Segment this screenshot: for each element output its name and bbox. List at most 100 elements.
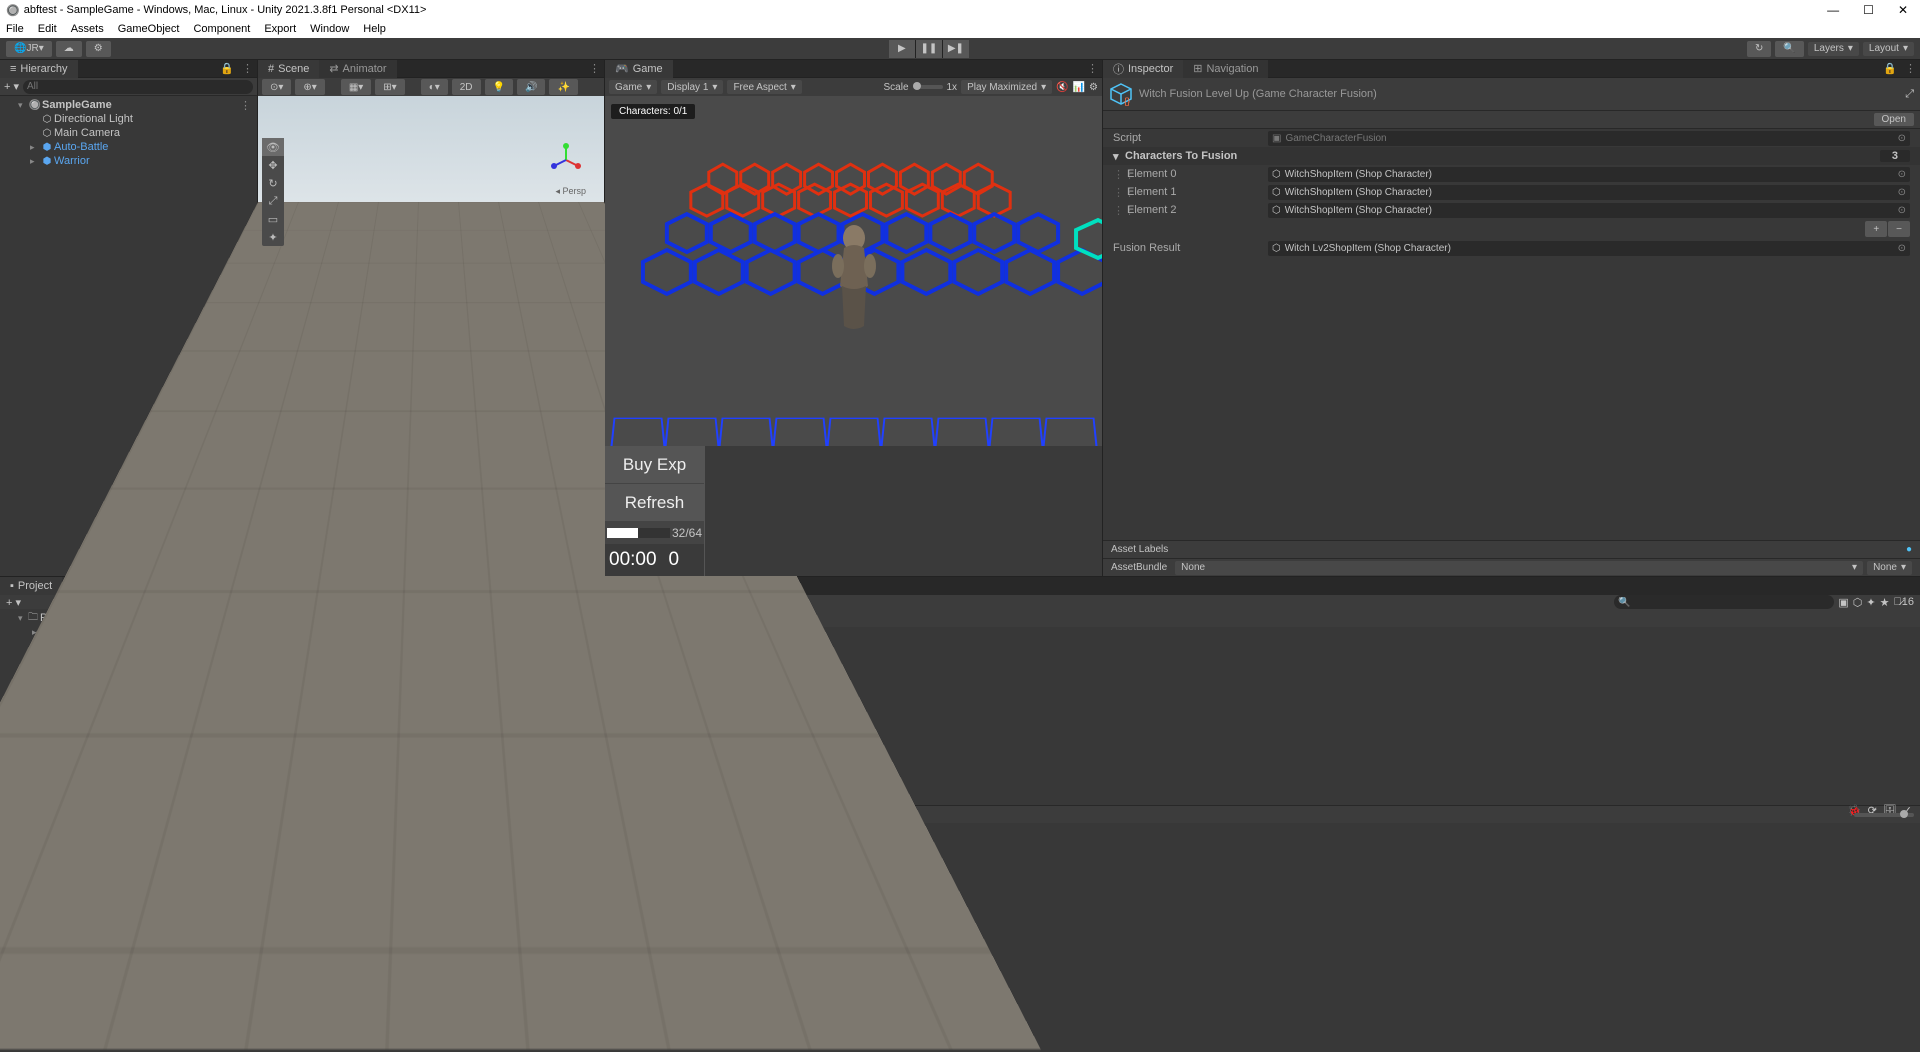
slot[interactable] <box>772 418 828 449</box>
scale-tool-icon[interactable]: ⤢ <box>262 192 284 210</box>
menu-file[interactable]: File <box>6 23 24 35</box>
thumb-size-slider[interactable] <box>1854 813 1914 817</box>
filter-icon[interactable]: ⬡ <box>1853 596 1863 609</box>
slot[interactable] <box>664 418 720 449</box>
slot[interactable] <box>880 418 936 449</box>
close-icon[interactable]: ✕ <box>1898 3 1908 17</box>
shading-icon[interactable]: ◐▾ <box>421 79 448 95</box>
tab-inspector[interactable]: ⓘ Inspector <box>1103 60 1183 78</box>
menu-help[interactable]: Help <box>363 23 386 35</box>
scale-slider[interactable] <box>913 85 943 89</box>
tab-animator[interactable]: ⇄ Animator <box>319 60 396 78</box>
filter-icon[interactable]: ★ <box>1880 596 1890 609</box>
settings-icon[interactable]: ⚙ <box>86 41 111 57</box>
rect-tool-icon[interactable]: ▭ <box>262 210 284 228</box>
refresh-button[interactable]: Refresh <box>605 484 704 522</box>
hierarchy-item[interactable]: ▸⬢Warrior <box>0 154 257 168</box>
slot[interactable] <box>1042 418 1098 449</box>
element-label: Element 2 <box>1127 204 1268 216</box>
slot[interactable] <box>718 418 774 449</box>
stats-icon[interactable]: 📊 <box>1073 82 1085 93</box>
game-camera-dd[interactable]: Game ▾ <box>609 80 657 94</box>
hierarchy-item[interactable]: ▸⬢Auto-Battle <box>0 140 257 154</box>
transform-tool-icon[interactable]: ✦ <box>262 228 284 246</box>
tab-project[interactable]: ▪ Project <box>0 577 62 595</box>
mode-2d[interactable]: 2D <box>452 79 481 95</box>
filter-icon[interactable]: ▣ <box>1838 596 1848 609</box>
expand-icon[interactable]: ⤢ <box>1905 88 1914 101</box>
element-field[interactable]: ⬡ WitchShopItem (Shop Character)⊙ <box>1268 185 1910 200</box>
element-field[interactable]: ⬡ WitchShopItem (Shop Character)⊙ <box>1268 167 1910 182</box>
fx-icon[interactable]: ✨ <box>549 79 577 95</box>
hierarchy-item[interactable]: ⬡Directional Light <box>0 112 257 126</box>
assetbundle-dd[interactable]: None ▾ <box>1175 561 1863 575</box>
slot[interactable] <box>610 418 666 449</box>
grid-icon[interactable]: ▦▾ <box>341 79 371 95</box>
pivot-icon[interactable]: ⊙▾ <box>262 79 291 95</box>
menu-component[interactable]: Component <box>193 23 250 35</box>
list-remove-button[interactable]: − <box>1888 221 1910 237</box>
layout-dropdown[interactable]: Layout ▾ <box>1863 42 1914 56</box>
buy-exp-button[interactable]: Buy Exp <box>605 446 704 484</box>
scene-row[interactable]: ▾🔘 SampleGame ⋮ <box>0 98 257 112</box>
minimize-icon[interactable]: — <box>1827 3 1839 17</box>
light-icon[interactable]: 💡 <box>485 79 513 95</box>
move-tool-icon[interactable]: ✥ <box>262 156 284 174</box>
panel-menu-icon[interactable]: ⋮ <box>238 62 257 75</box>
view-tool-icon[interactable]: 👁 <box>262 138 284 156</box>
undo-history-icon[interactable]: ↻ <box>1747 41 1771 57</box>
mute-icon[interactable]: 🔇 <box>1056 82 1068 93</box>
list-header[interactable]: Characters To Fusion <box>1125 150 1880 162</box>
add-icon[interactable]: + ▾ <box>6 596 21 609</box>
project-search[interactable] <box>1614 595 1834 609</box>
tab-scene[interactable]: # Scene <box>258 60 319 78</box>
slot[interactable] <box>826 418 882 449</box>
orientation-gizmo[interactable] <box>546 140 586 180</box>
snap-icon[interactable]: ⊞▾ <box>375 79 404 95</box>
account-button[interactable]: 🌐 JR ▾ <box>6 41 52 57</box>
maximize-icon[interactable]: ☐ <box>1863 3 1874 17</box>
hierarchy-item[interactable]: ⬡Main Camera <box>0 126 257 140</box>
menu-assets[interactable]: Assets <box>71 23 104 35</box>
local-icon[interactable]: ⊕▾ <box>295 79 324 95</box>
tab-hierarchy[interactable]: ≡ Hierarchy <box>0 60 78 78</box>
assetbundle-variant-dd[interactable]: None ▾ <box>1867 561 1912 575</box>
scene-viewport[interactable]: 👁 ✥ ↻ ⤢ ▭ ✦ ◂ Persp <box>258 96 604 576</box>
hidden-icon[interactable]: 👁̷16 <box>1894 596 1915 608</box>
play-button[interactable]: ▶ <box>889 40 915 58</box>
search-global-icon[interactable]: 🔍 <box>1775 41 1803 57</box>
aspect-dd[interactable]: Free Aspect ▾ <box>727 80 801 94</box>
display-dd[interactable]: Display 1 ▾ <box>661 80 723 94</box>
cloud-icon[interactable]: ☁ <box>56 41 82 57</box>
menu-gameobject[interactable]: GameObject <box>118 23 180 35</box>
audio-icon[interactable]: 🔊 <box>517 79 545 95</box>
tab-navigation[interactable]: ⊞ Navigation <box>1183 60 1268 78</box>
step-button[interactable]: ▶❚ <box>943 40 969 58</box>
slot[interactable] <box>934 418 990 449</box>
open-button[interactable]: Open <box>1874 113 1914 126</box>
tab-game[interactable]: 🎮 Game <box>605 60 673 78</box>
lock-icon[interactable]: 🔒 <box>1879 62 1901 75</box>
slot[interactable] <box>988 418 1044 449</box>
panel-lock-icon[interactable]: 🔒 <box>216 62 238 75</box>
element-field[interactable]: ⬡ WitchShopItem (Shop Character)⊙ <box>1268 203 1910 218</box>
menu-window[interactable]: Window <box>310 23 349 35</box>
rotate-tool-icon[interactable]: ↻ <box>262 174 284 192</box>
pause-button[interactable]: ❚❚ <box>916 40 942 58</box>
asset-labels-header[interactable]: Asset Labels ● <box>1103 540 1920 558</box>
list-add-button[interactable]: + <box>1865 221 1887 237</box>
panel-menu-icon[interactable]: ⋮ <box>585 62 604 75</box>
layers-dropdown[interactable]: Layers ▾ <box>1808 42 1859 56</box>
menu-edit[interactable]: Edit <box>38 23 57 35</box>
menu-export[interactable]: Export <box>264 23 296 35</box>
panel-menu-icon[interactable]: ⋮ <box>1901 62 1920 75</box>
hierarchy-search[interactable] <box>23 80 253 94</box>
fusion-field[interactable]: ⬡ Witch Lv2ShopItem (Shop Character)⊙ <box>1268 241 1910 256</box>
play-mode-dd[interactable]: Play Maximized ▾ <box>961 80 1052 94</box>
script-field[interactable]: ▣ GameCharacterFusion⊙ <box>1268 131 1910 146</box>
add-icon[interactable]: + ▾ <box>4 80 19 93</box>
gizmos-icon[interactable]: ⚙ <box>1089 82 1098 93</box>
filter-icon[interactable]: ✦ <box>1866 596 1875 609</box>
game-viewport[interactable]: Characters: 0/1 <box>605 96 1102 576</box>
panel-menu-icon[interactable]: ⋮ <box>1083 62 1102 75</box>
